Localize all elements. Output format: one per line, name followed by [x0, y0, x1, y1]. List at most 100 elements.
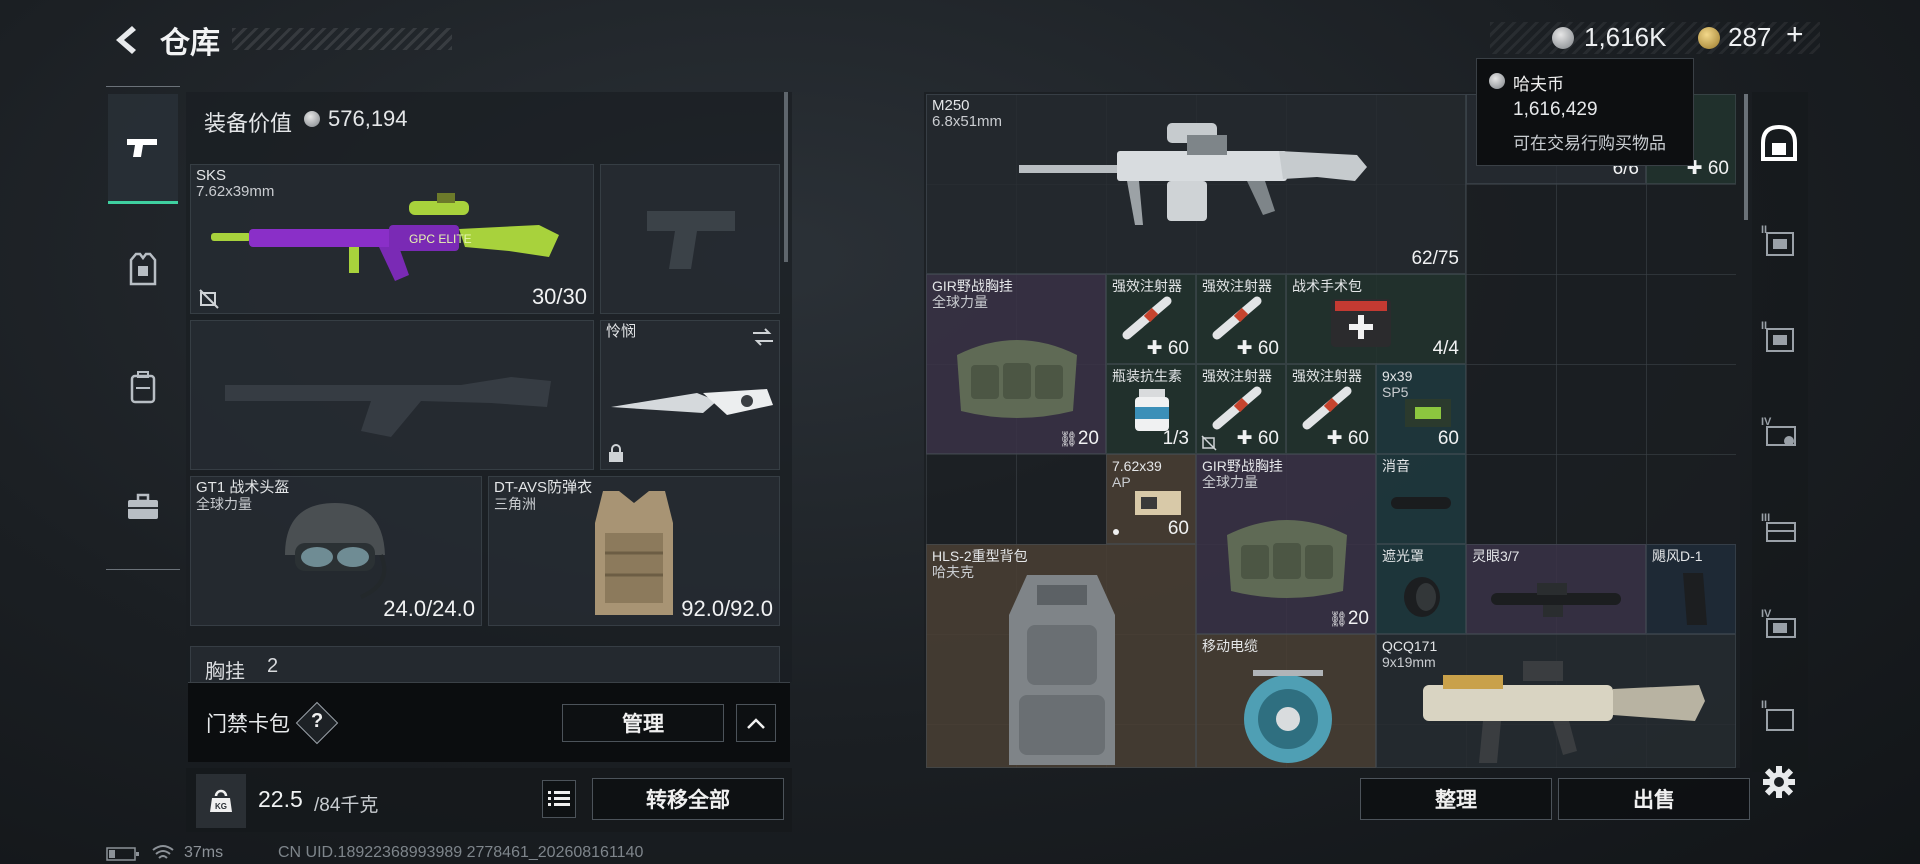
item-name: 9x39: [1382, 368, 1413, 384]
stash-tier-iv-icon: IV: [1761, 416, 1796, 446]
collapse-button[interactable]: [736, 704, 776, 742]
tab-stash-ii-3[interactable]: II: [1752, 692, 1806, 736]
haf-coin-balance[interactable]: 1,616K: [1584, 22, 1666, 53]
tab-stash-iii[interactable]: III: [1752, 500, 1806, 554]
tab-stash-iv[interactable]: IV: [1752, 404, 1806, 458]
premium-coin-balance[interactable]: 287: [1728, 22, 1771, 53]
back-arrow-icon: [116, 26, 136, 54]
sell-button[interactable]: 出售: [1558, 778, 1750, 820]
stash-item-ammo-762[interactable]: 7.62x39 AP 60: [1106, 454, 1196, 544]
armor-slot[interactable]: DT-AVS防弹衣 三角洲 92.0/92.0: [488, 476, 780, 626]
stash-item-cable[interactable]: 移动电缆: [1196, 634, 1376, 768]
item-name: M250: [932, 97, 970, 114]
ammo-count: 62/75: [1411, 248, 1459, 269]
transfer-all-button[interactable]: 转移全部: [592, 778, 784, 820]
injector-icon: [1212, 296, 1262, 340]
sort-button[interactable]: 整理: [1360, 778, 1552, 820]
stash-item-surgical-kit[interactable]: 战术手术包 4/4: [1286, 274, 1466, 364]
stash-item-backpack[interactable]: HLS-2重型背包 哈夫克: [926, 544, 1196, 768]
chest-rig-icon: [1227, 520, 1347, 598]
back-button[interactable]: [106, 20, 146, 60]
item-name: DT-AVS防弹衣: [494, 479, 593, 496]
heavy-backpack-icon: [1009, 575, 1115, 765]
weight-limit: /84千克: [314, 795, 379, 816]
item-count: ✚ 60: [1236, 428, 1279, 449]
cable-reel-icon: [1244, 670, 1332, 763]
chest-rig-slot[interactable]: 胸挂 2: [190, 646, 780, 686]
stash-item-gir-rig-1[interactable]: GIR野战胸挂 全球力量 ⛓20: [926, 274, 1106, 454]
stash-scrollbar[interactable]: [1744, 94, 1748, 220]
loadout-scrollbar[interactable]: [784, 92, 788, 262]
tab-armor[interactable]: [108, 214, 178, 324]
injector-icon: [1122, 296, 1172, 340]
settings-button[interactable]: [1752, 756, 1806, 808]
stash-tier-ii-icon: II: [1761, 320, 1794, 352]
item-count: ✚ 60: [1146, 338, 1189, 359]
ping-label: 37ms: [184, 844, 224, 861]
premium-coin-icon: [1698, 27, 1720, 49]
manage-button[interactable]: 管理: [562, 704, 724, 742]
stash-item-gir-rig-2[interactable]: GIR野战胸挂 全球力量 ⛓20: [1196, 454, 1376, 634]
slot-count: ⛓20: [1328, 608, 1369, 629]
stash-item-scope[interactable]: 灵眼3/7: [1466, 544, 1646, 634]
grip-icon: [1683, 573, 1707, 625]
stash-item-injector-1[interactable]: 强效注射器 ✚ 60: [1106, 274, 1196, 364]
pistol-silhouette-icon: [647, 211, 735, 269]
stash-item-grip[interactable]: 飓风D-1: [1646, 544, 1736, 634]
chest-rig-label: 胸挂: [205, 661, 245, 683]
stash-item-ammo-9x39[interactable]: 9x39 SP5 60: [1376, 364, 1466, 454]
stash-tier-iii-icon: III: [1761, 512, 1796, 542]
currency-tooltip: 哈夫币 1,616,429 可在交易行购买物品: [1476, 58, 1694, 166]
secondary-weapon-slot[interactable]: [600, 164, 780, 314]
item-count-value: 60: [1347, 428, 1369, 449]
stash-item-injector-3[interactable]: 强效注射器 ✚ 60: [1196, 364, 1286, 454]
item-name: 强效注射器: [1112, 278, 1182, 294]
swap-icon[interactable]: [751, 327, 775, 347]
item-type: AP: [1112, 474, 1131, 490]
stash-item-qcq171[interactable]: QCQ171 9x19mm: [1376, 634, 1736, 768]
item-brand: 全球力量: [932, 294, 988, 310]
ammo-box-icon: [1135, 491, 1181, 515]
tertiary-weapon-slot[interactable]: [190, 320, 594, 470]
stash-item-lens-hood[interactable]: 遮光罩: [1376, 544, 1466, 634]
chest-rig-icon: [957, 340, 1077, 418]
no-insure-icon: [199, 289, 219, 309]
tab-stash-iv-2[interactable]: IV: [1752, 596, 1806, 650]
smg-icon: [1423, 661, 1705, 763]
ammo-box-icon: [1405, 399, 1451, 427]
tab-stash-ii-2[interactable]: II: [1752, 308, 1806, 362]
item-name: 瓶装抗生素: [1112, 368, 1182, 384]
add-premium-button[interactable]: +: [1786, 18, 1804, 52]
armor-vest-icon: [129, 252, 157, 286]
item-brand: 三角洲: [494, 496, 536, 512]
item-count: 4/4: [1432, 338, 1459, 359]
item-count-value: 20: [1077, 428, 1099, 449]
list-view-button[interactable]: [542, 780, 576, 818]
item-name: 遮光罩: [1382, 548, 1424, 564]
primary-weapon-slot[interactable]: SKS 7.62x39mm GPC ELITE 30/30: [190, 164, 594, 314]
weight-current: 22.5: [258, 786, 303, 812]
stash-item-antibiotics[interactable]: 瓶装抗生素 1/3: [1106, 364, 1196, 454]
tab-weapons[interactable]: [108, 94, 178, 204]
tab-stash-ii-1[interactable]: II: [1752, 212, 1806, 266]
item-count: 60: [1437, 428, 1459, 449]
scope-icon: [1491, 583, 1621, 617]
item-count-value: 60: [1167, 338, 1189, 359]
melee-slot[interactable]: 怜悯: [600, 320, 780, 470]
slot-count: ⛓20: [1058, 428, 1099, 449]
tab-backpack[interactable]: [108, 332, 178, 442]
tab-stash-main[interactable]: [1752, 116, 1806, 170]
stash-item-m250[interactable]: M250 6.8x51mm 62/75: [926, 94, 1466, 274]
stash-item-suppressor[interactable]: 消音: [1376, 454, 1466, 544]
tooltip-title: 哈夫币: [1513, 75, 1564, 94]
stash-item-injector-4[interactable]: 强效注射器 ✚ 60: [1286, 364, 1376, 454]
battery-icon: [106, 847, 139, 861]
wifi-icon: [152, 845, 174, 859]
tab-case[interactable]: [108, 452, 178, 562]
stash-item-injector-2[interactable]: 强效注射器 ✚ 60: [1196, 274, 1286, 364]
briefcase-icon: [128, 493, 158, 519]
helmet-slot[interactable]: GT1 战术头盔 全球力量 24.0/24.0: [190, 476, 482, 626]
item-name: 7.62x39: [1112, 458, 1162, 474]
body-armor-icon: [595, 491, 673, 615]
item-brand: 全球力量: [196, 496, 252, 512]
